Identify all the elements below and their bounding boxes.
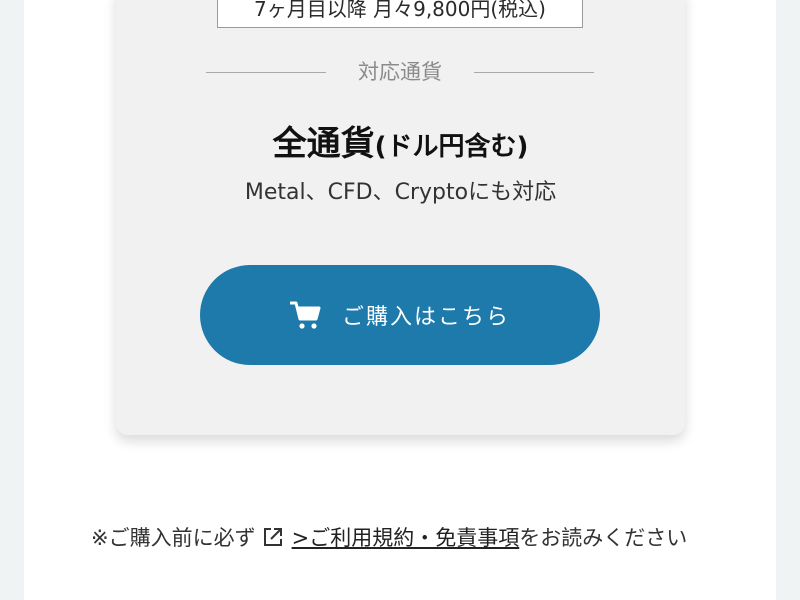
buy-button-label: ご購入はこちら [341, 305, 510, 330]
currency-main-text: 全通貨 [272, 124, 375, 164]
cart-icon [289, 300, 322, 330]
supported-currency-title: 全通貨(ドル円含む) [116, 116, 685, 165]
section-divider: 対応通貨 [206, 57, 594, 87]
currency-sub-text: (ドル円含む) [374, 132, 529, 162]
pricing-card: 7ヶ月目以降 月々9,800円(税込) 対応通貨 全通貨(ドル円含む) Meta… [116, 0, 685, 435]
divider-line-right [474, 72, 594, 73]
price-info-box: 7ヶ月目以降 月々9,800円(税込) [217, 0, 583, 28]
notice-prefix: ※ご購入前に必ず [91, 526, 256, 550]
terms-notice: ※ご購入前に必ず >ご利用規約・免責事項をお読みください [91, 508, 731, 568]
buy-button[interactable]: ご購入はこちら [200, 265, 600, 365]
external-link-icon[interactable] [262, 511, 284, 546]
page-content: 7ヶ月目以降 月々9,800円(税込) 対応通貨 全通貨(ドル円含む) Meta… [24, 0, 776, 600]
currency-note: Metal、CFD、Cryptoにも対応 [244, 180, 557, 205]
notice-suffix: をお読みください [519, 526, 688, 550]
terms-link[interactable]: >ご利用規約・免責事項 [292, 526, 520, 550]
